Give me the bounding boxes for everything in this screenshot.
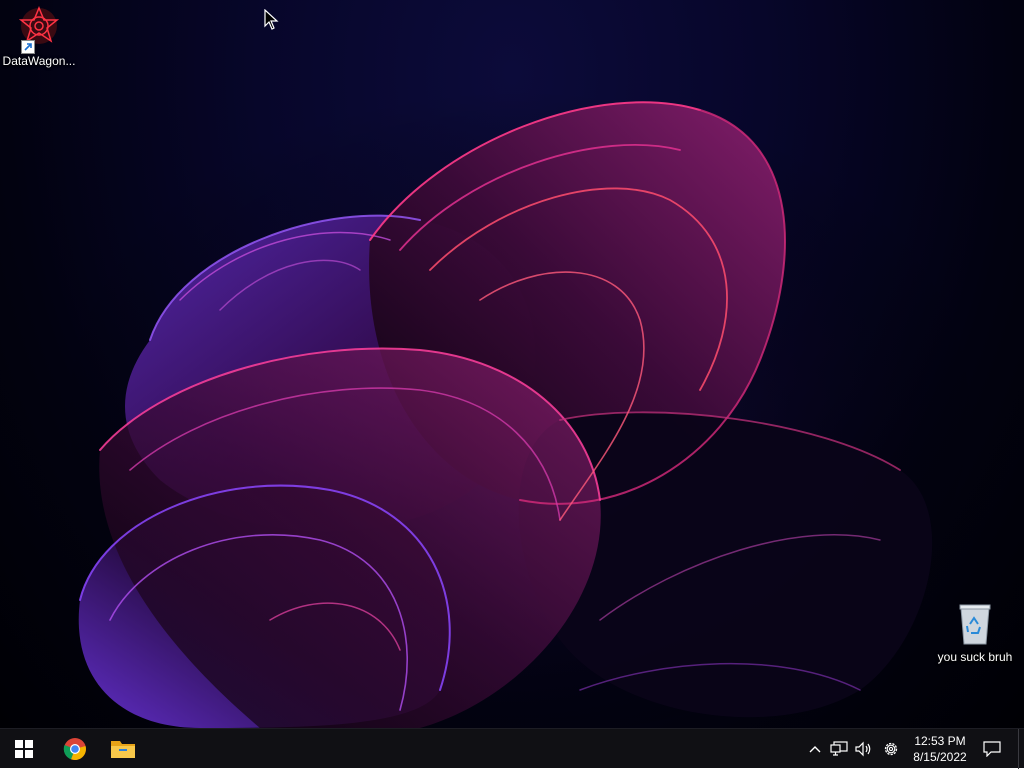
show-desktop-button[interactable]: [1018, 729, 1024, 769]
taskbar: 12:53 PM 8/15/2022: [0, 728, 1024, 769]
desktop-icon-datawagon[interactable]: DataWagon...: [0, 4, 78, 69]
clock-date: 8/15/2022: [913, 750, 967, 764]
taskbar-chrome-button[interactable]: [51, 729, 99, 769]
clock-time: 12:53 PM: [914, 734, 966, 748]
mouse-cursor-icon: [264, 9, 279, 30]
action-center-button[interactable]: [978, 729, 1006, 769]
settings-gear-icon: [884, 742, 898, 756]
desktop-icon-label: you suck bruh: [937, 650, 1013, 664]
start-button[interactable]: [0, 729, 48, 769]
network-icon: [830, 741, 848, 756]
tray-volume-button[interactable]: [852, 729, 876, 769]
datawagon-icon: [15, 4, 63, 54]
file-explorer-icon: [111, 741, 135, 758]
volume-icon: [855, 741, 871, 757]
chevron-up-icon: [809, 746, 821, 753]
shortcut-arrow-icon: [21, 40, 35, 54]
wallpaper-bloom: [50, 90, 990, 728]
windows-logo-icon: [15, 740, 33, 758]
desktop[interactable]: DataWagon... you suck bruh: [0, 0, 1024, 728]
tray-show-hidden-icons-button[interactable]: [805, 729, 825, 769]
recycle-bin-icon: [951, 600, 999, 648]
tray-settings-button[interactable]: [879, 729, 903, 769]
action-center-icon: [983, 741, 1001, 757]
tray-network-button[interactable]: [827, 729, 851, 769]
taskbar-clock[interactable]: 12:53 PM 8/15/2022: [904, 729, 976, 769]
chrome-icon: [63, 738, 86, 761]
desktop-icon-label: DataWagon...: [2, 54, 76, 68]
desktop-icon-recycle-bin[interactable]: you suck bruh: [936, 600, 1014, 665]
taskbar-file-explorer-button[interactable]: [99, 729, 147, 769]
